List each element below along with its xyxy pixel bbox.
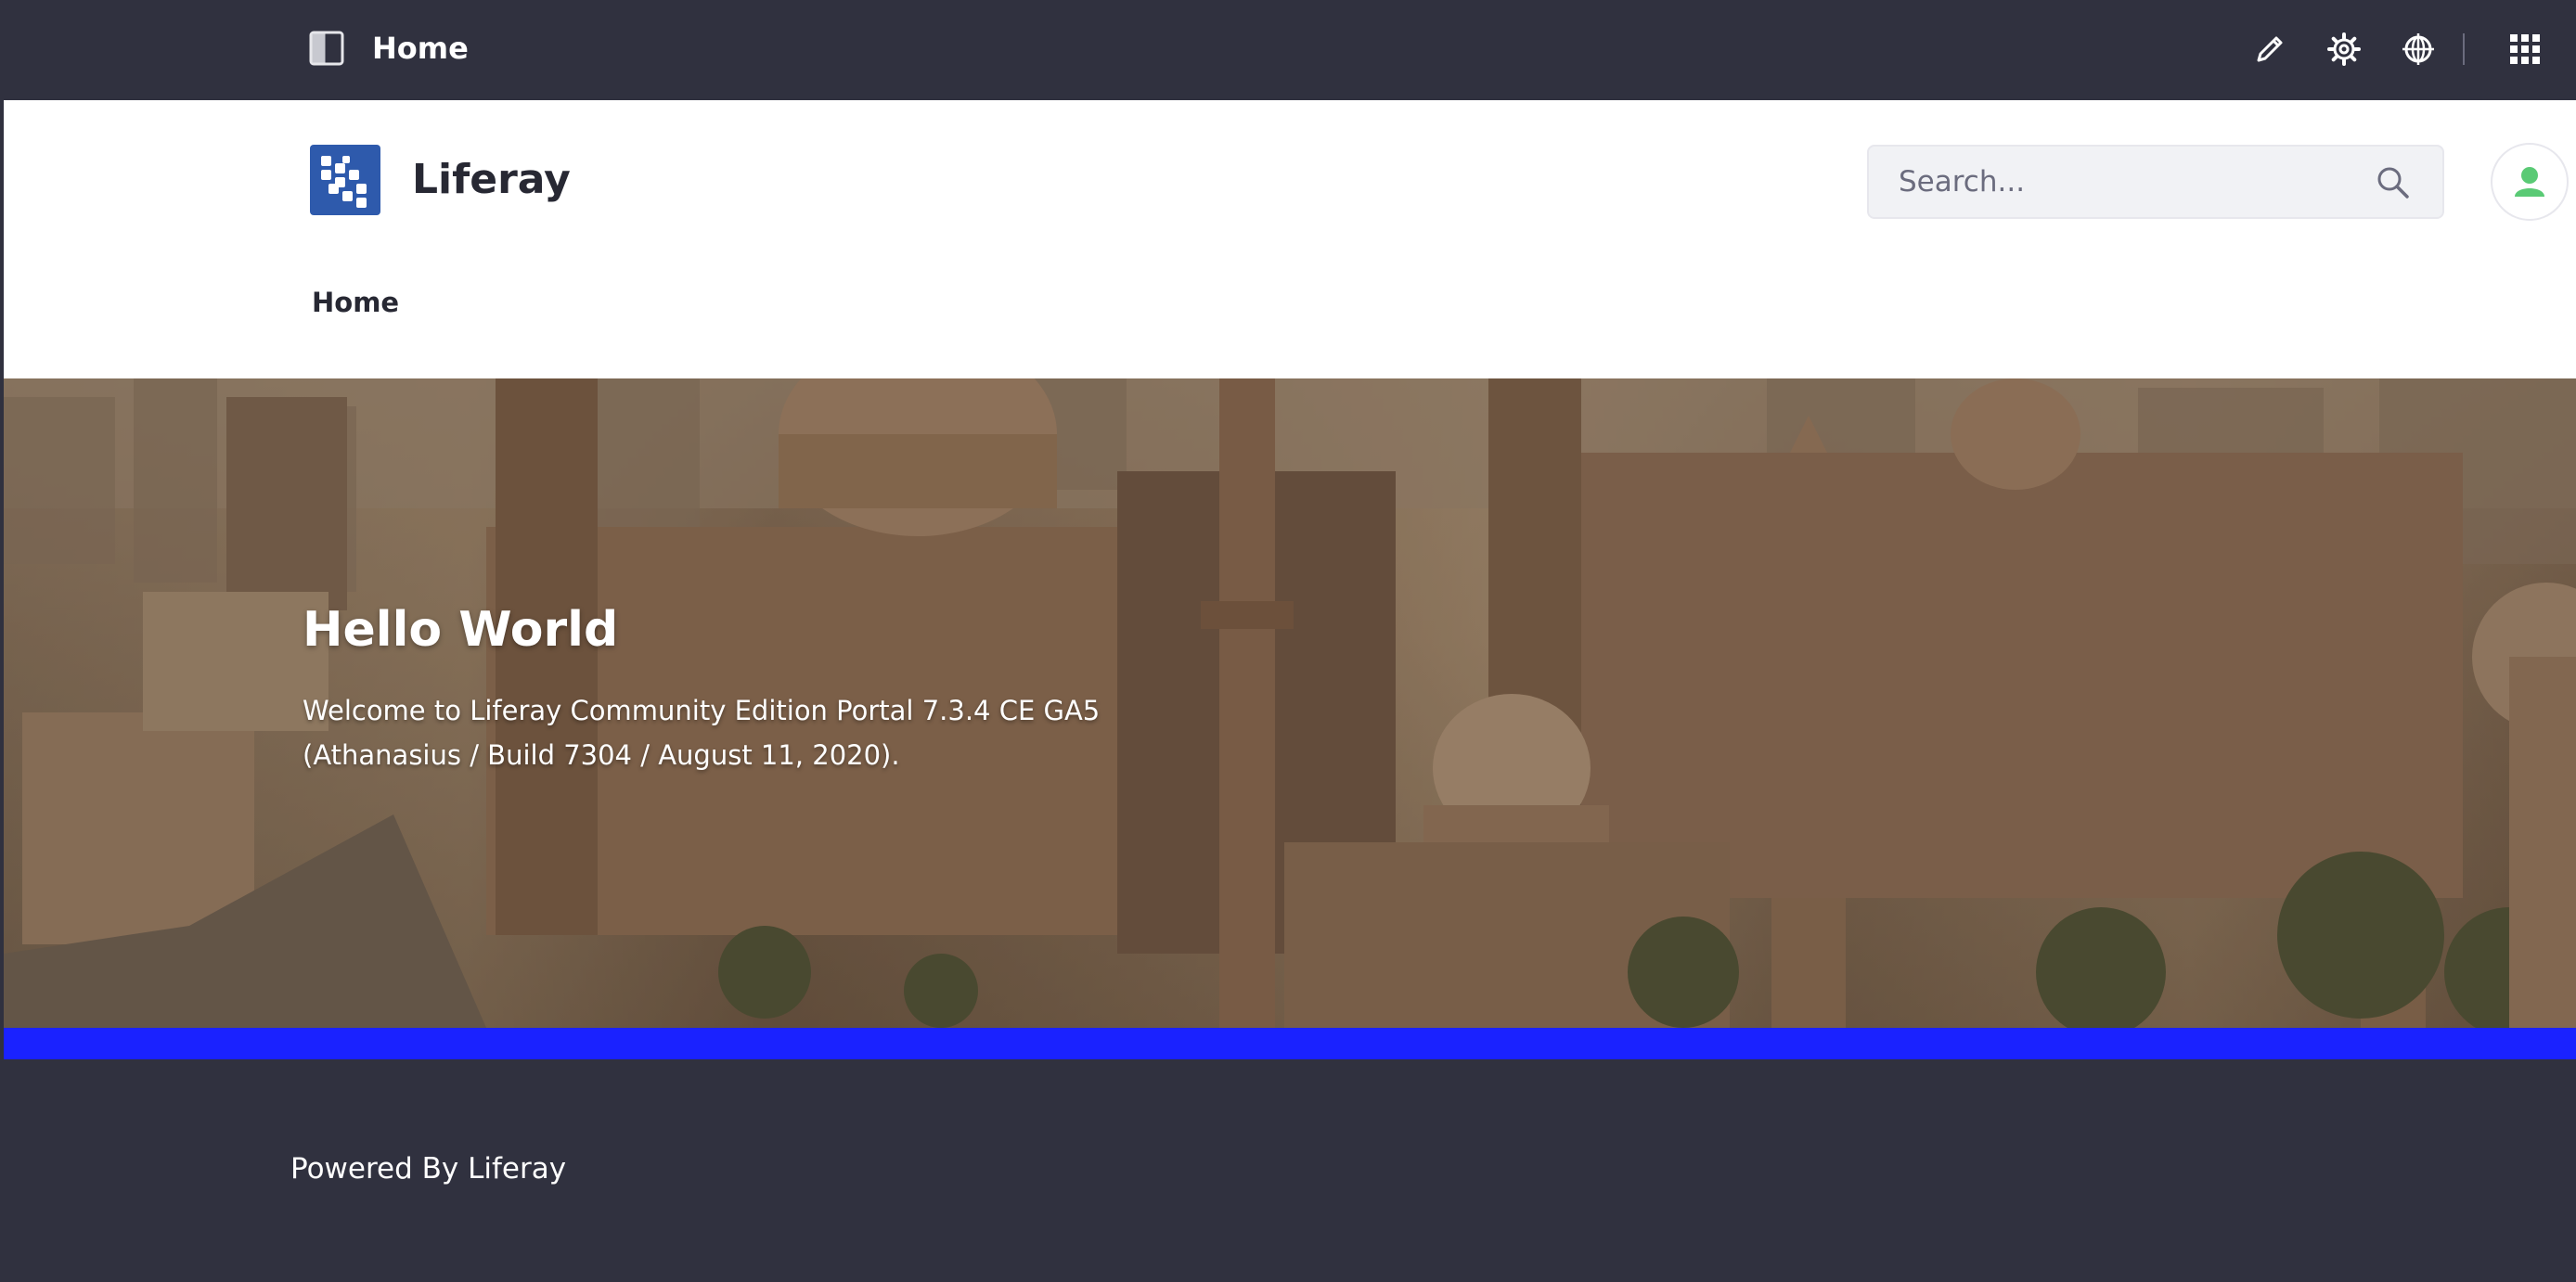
site-header: Liferay Home bbox=[0, 100, 2576, 378]
hero-text-line: Welcome to Liferay Community Edition Por… bbox=[303, 695, 1101, 726]
sidebar-toggle-icon[interactable] bbox=[308, 30, 345, 67]
hero-description: Welcome to Liferay Community Edition Por… bbox=[303, 688, 1138, 777]
hero-text-line: (Athanasius / Build 7304 / August 11, 20… bbox=[303, 739, 900, 771]
footer-powered-by[interactable]: Powered By Liferay bbox=[290, 1147, 566, 1191]
pencil-icon[interactable] bbox=[2252, 32, 2287, 67]
site-logo[interactable] bbox=[310, 145, 380, 215]
hero-title: Hello World bbox=[303, 602, 619, 658]
user-icon bbox=[2515, 167, 2544, 197]
footer: Powered By Liferay bbox=[0, 1059, 2576, 1282]
site-name[interactable]: Liferay bbox=[412, 152, 571, 208]
page-title: Home bbox=[372, 31, 469, 66]
search-icon[interactable] bbox=[2376, 165, 2411, 200]
accent-strip bbox=[0, 1028, 2576, 1059]
globe-target-icon[interactable] bbox=[2401, 32, 2436, 67]
search-input[interactable] bbox=[1897, 147, 2361, 217]
search-box bbox=[1867, 145, 2444, 219]
hero-banner: Hello World Welcome to Liferay Community… bbox=[0, 378, 2576, 1028]
user-avatar[interactable] bbox=[2491, 143, 2569, 221]
gear-icon[interactable] bbox=[2326, 32, 2362, 67]
nav-item-home[interactable]: Home bbox=[312, 282, 399, 323]
toolbar-divider bbox=[2463, 33, 2465, 65]
control-menu: Home bbox=[0, 0, 2576, 100]
liferay-logo-icon bbox=[321, 156, 367, 208]
apps-grid-icon[interactable] bbox=[2507, 32, 2543, 67]
